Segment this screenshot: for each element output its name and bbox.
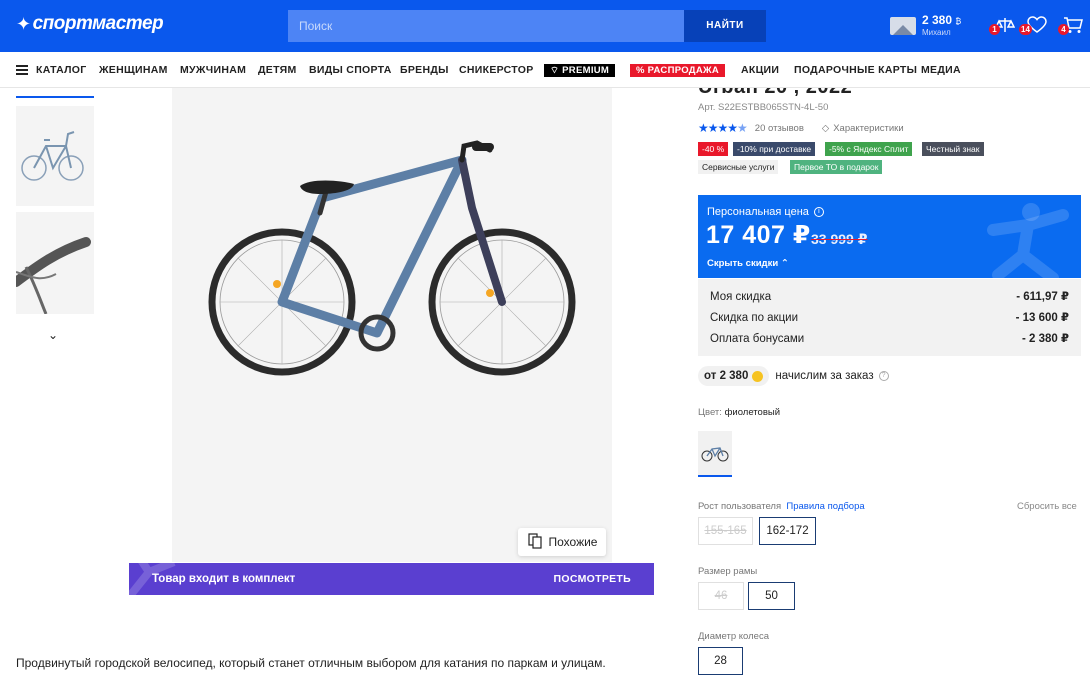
height-label-text: Рост пользователя — [698, 501, 782, 512]
product-title-text: Urban 20 , 2022 — [698, 88, 852, 96]
product-main-image[interactable] — [172, 88, 612, 562]
discount-value: - 611,97 ₽ — [1016, 291, 1069, 303]
hide-discounts-toggle[interactable]: Скрыть скидки ⌃ — [707, 258, 789, 269]
nav-catalog[interactable]: КАТАЛОГ — [36, 64, 87, 76]
coin-icon — [752, 370, 764, 382]
frame-label: Размер рамы — [698, 566, 758, 577]
cart-count: 4 — [1058, 24, 1069, 35]
tag-services[interactable]: Сервисные услуги — [698, 160, 779, 174]
discount-name: Моя скидка — [710, 291, 772, 303]
nav-media[interactable]: МЕДИА — [921, 64, 961, 76]
tag-first-service[interactable]: Первое ТО в подарок — [790, 160, 883, 174]
wheel-option[interactable]: 28 — [698, 647, 743, 675]
bonus-amount: от 2 380 — [704, 370, 749, 382]
price-card: Персональная цена i 17 407 ₽ 33 999 ₽ Скр… — [698, 195, 1081, 278]
thumbnail-handlebar[interactable] — [16, 212, 94, 314]
color-label-text: Цвет: — [698, 407, 722, 418]
nav-women[interactable]: ЖЕНЩИНАМ — [99, 64, 168, 76]
logo-text: спортмастер — [32, 13, 164, 34]
bonus-pill: от 2 380 — [698, 366, 770, 386]
product-article: Арт. S22ESTBB065STN-4L-50 — [698, 102, 829, 113]
search-input[interactable]: Поиск — [288, 10, 684, 42]
product-description: Продвинутый городской велосипед, который… — [16, 656, 606, 670]
nav-promos[interactable]: АКЦИИ — [741, 64, 779, 76]
logo[interactable]: ✦ спортмастер — [16, 13, 164, 35]
bonus-text: начислим за заказ — [775, 370, 874, 382]
reset-all-link[interactable]: Сбросить все — [1017, 501, 1077, 512]
info-icon[interactable]: i — [813, 207, 824, 217]
personal-price-label: Персональная цена i — [707, 206, 824, 218]
discount-row: Скидка по акции - 13 600 ₽ — [710, 310, 1069, 331]
nav-men[interactable]: МУЖЧИНАМ — [180, 64, 246, 76]
kit-text: Товар входит в комплект — [152, 573, 296, 585]
bonus-row: от 2 380 начислим за заказ ? — [698, 366, 889, 386]
search-button[interactable]: НАЙТИ — [684, 10, 766, 42]
size-rules-link[interactable]: Правила подбора — [786, 501, 864, 512]
favorites-count: 14 — [1019, 24, 1032, 35]
current-price: 17 407 ₽ — [706, 221, 811, 249]
rating-stars-icon: ★★★★★ — [698, 121, 748, 135]
characteristics-link[interactable]: ◇ Характеристики — [822, 123, 904, 134]
characteristics-label: Характеристики — [833, 122, 904, 134]
bonus-card-icon — [890, 17, 916, 35]
similar-icon — [527, 532, 543, 552]
discount-value: - 2 380 ₽ — [1022, 333, 1069, 345]
question-icon[interactable]: ? — [878, 371, 889, 381]
height-option-disabled: 155-165 — [698, 517, 753, 545]
color-swatch[interactable] — [698, 431, 732, 477]
kit-view-link[interactable]: ПОСМОТРЕТЬ — [554, 573, 631, 585]
rating-row: ★★★★★ 20 отзывов ◇ Характеристики — [698, 121, 904, 135]
frame-option-disabled: 46 — [698, 582, 744, 610]
discount-value: - 13 600 ₽ — [1015, 312, 1069, 324]
nav-sports[interactable]: ВИДЫ СПОРТА — [309, 64, 392, 76]
tag-icon: ◇ — [821, 122, 830, 134]
hide-discounts-label: Скрыть скидки — [707, 258, 779, 269]
account-widget[interactable]: 2 380 ₿ Михаил — [890, 14, 961, 38]
chevron-down-icon[interactable]: ⌄ — [48, 328, 58, 342]
height-label: Рост пользователя Правила подбора — [698, 501, 865, 512]
tag-discount[interactable]: -40 % — [698, 142, 729, 156]
old-price: 33 999 ₽ — [811, 231, 868, 247]
account-name: Михаил — [922, 28, 951, 37]
account-currency: ₿ — [955, 17, 962, 26]
discount-row: Моя скидка - 611,97 ₽ — [710, 289, 1069, 310]
similar-label: Похожие — [548, 535, 598, 549]
logo-star-icon: ✦ — [16, 13, 31, 34]
account-balance: 2 380 — [922, 13, 953, 27]
product-title: Urban 20 , 2022 — [698, 88, 998, 96]
discount-name: Оплата бонусами — [710, 333, 805, 345]
color-label: Цвет: фиолетовый — [698, 407, 780, 418]
similar-button[interactable]: Похожие — [518, 528, 606, 556]
personal-price-text: Персональная цена — [707, 206, 809, 218]
wheel-label: Диаметр колеса — [698, 631, 769, 642]
tag-split[interactable]: -5% с Яндекс Сплит — [825, 142, 913, 156]
kit-banner[interactable]: Товар входит в комплект ПОСМОТРЕТЬ — [129, 563, 654, 595]
color-value: фиолетовый — [724, 407, 780, 418]
reviews-link[interactable]: 20 отзывов — [755, 123, 804, 134]
tag-honest-mark[interactable]: Честный знак — [922, 142, 984, 156]
nav-brands[interactable]: БРЕНДЫ — [400, 64, 449, 76]
tag-delivery[interactable]: -10% при доставке — [733, 142, 816, 156]
menu-icon[interactable] — [16, 65, 28, 75]
premium-icon: ⌔ — [550, 65, 563, 76]
frame-option[interactable]: 50 — [748, 582, 795, 610]
nav-kids[interactable]: ДЕТЯМ — [258, 64, 297, 76]
discounts-list: Моя скидка - 611,97 ₽ Скидка по акции - 13… — [698, 279, 1081, 356]
nav-sneakers[interactable]: СНИКЕРСТОР — [459, 64, 534, 76]
chevron-up-icon: ⌃ — [780, 258, 789, 269]
compare-count: 1 — [989, 24, 1000, 35]
site-header: ✦ спортмастер Поиск НАЙТИ 2 380 ₿ Михаил… — [0, 0, 1090, 52]
nav-gift-cards[interactable]: ПОДАРОЧНЫЕ КАРТЫ — [794, 64, 917, 76]
nav-premium[interactable]: ⌔ PREMIUM — [544, 64, 616, 77]
height-option[interactable]: 162-172 — [759, 517, 816, 545]
thumbnail-active-indicator — [16, 96, 94, 98]
thumbnail-bike[interactable] — [16, 106, 94, 206]
nav-sale[interactable]: % РАСПРОДАЖА — [630, 64, 726, 77]
nav-premium-label: PREMIUM — [562, 65, 610, 76]
discount-name: Скидка по акции — [710, 312, 799, 324]
discount-row: Оплата бонусами - 2 380 ₽ — [710, 331, 1069, 352]
